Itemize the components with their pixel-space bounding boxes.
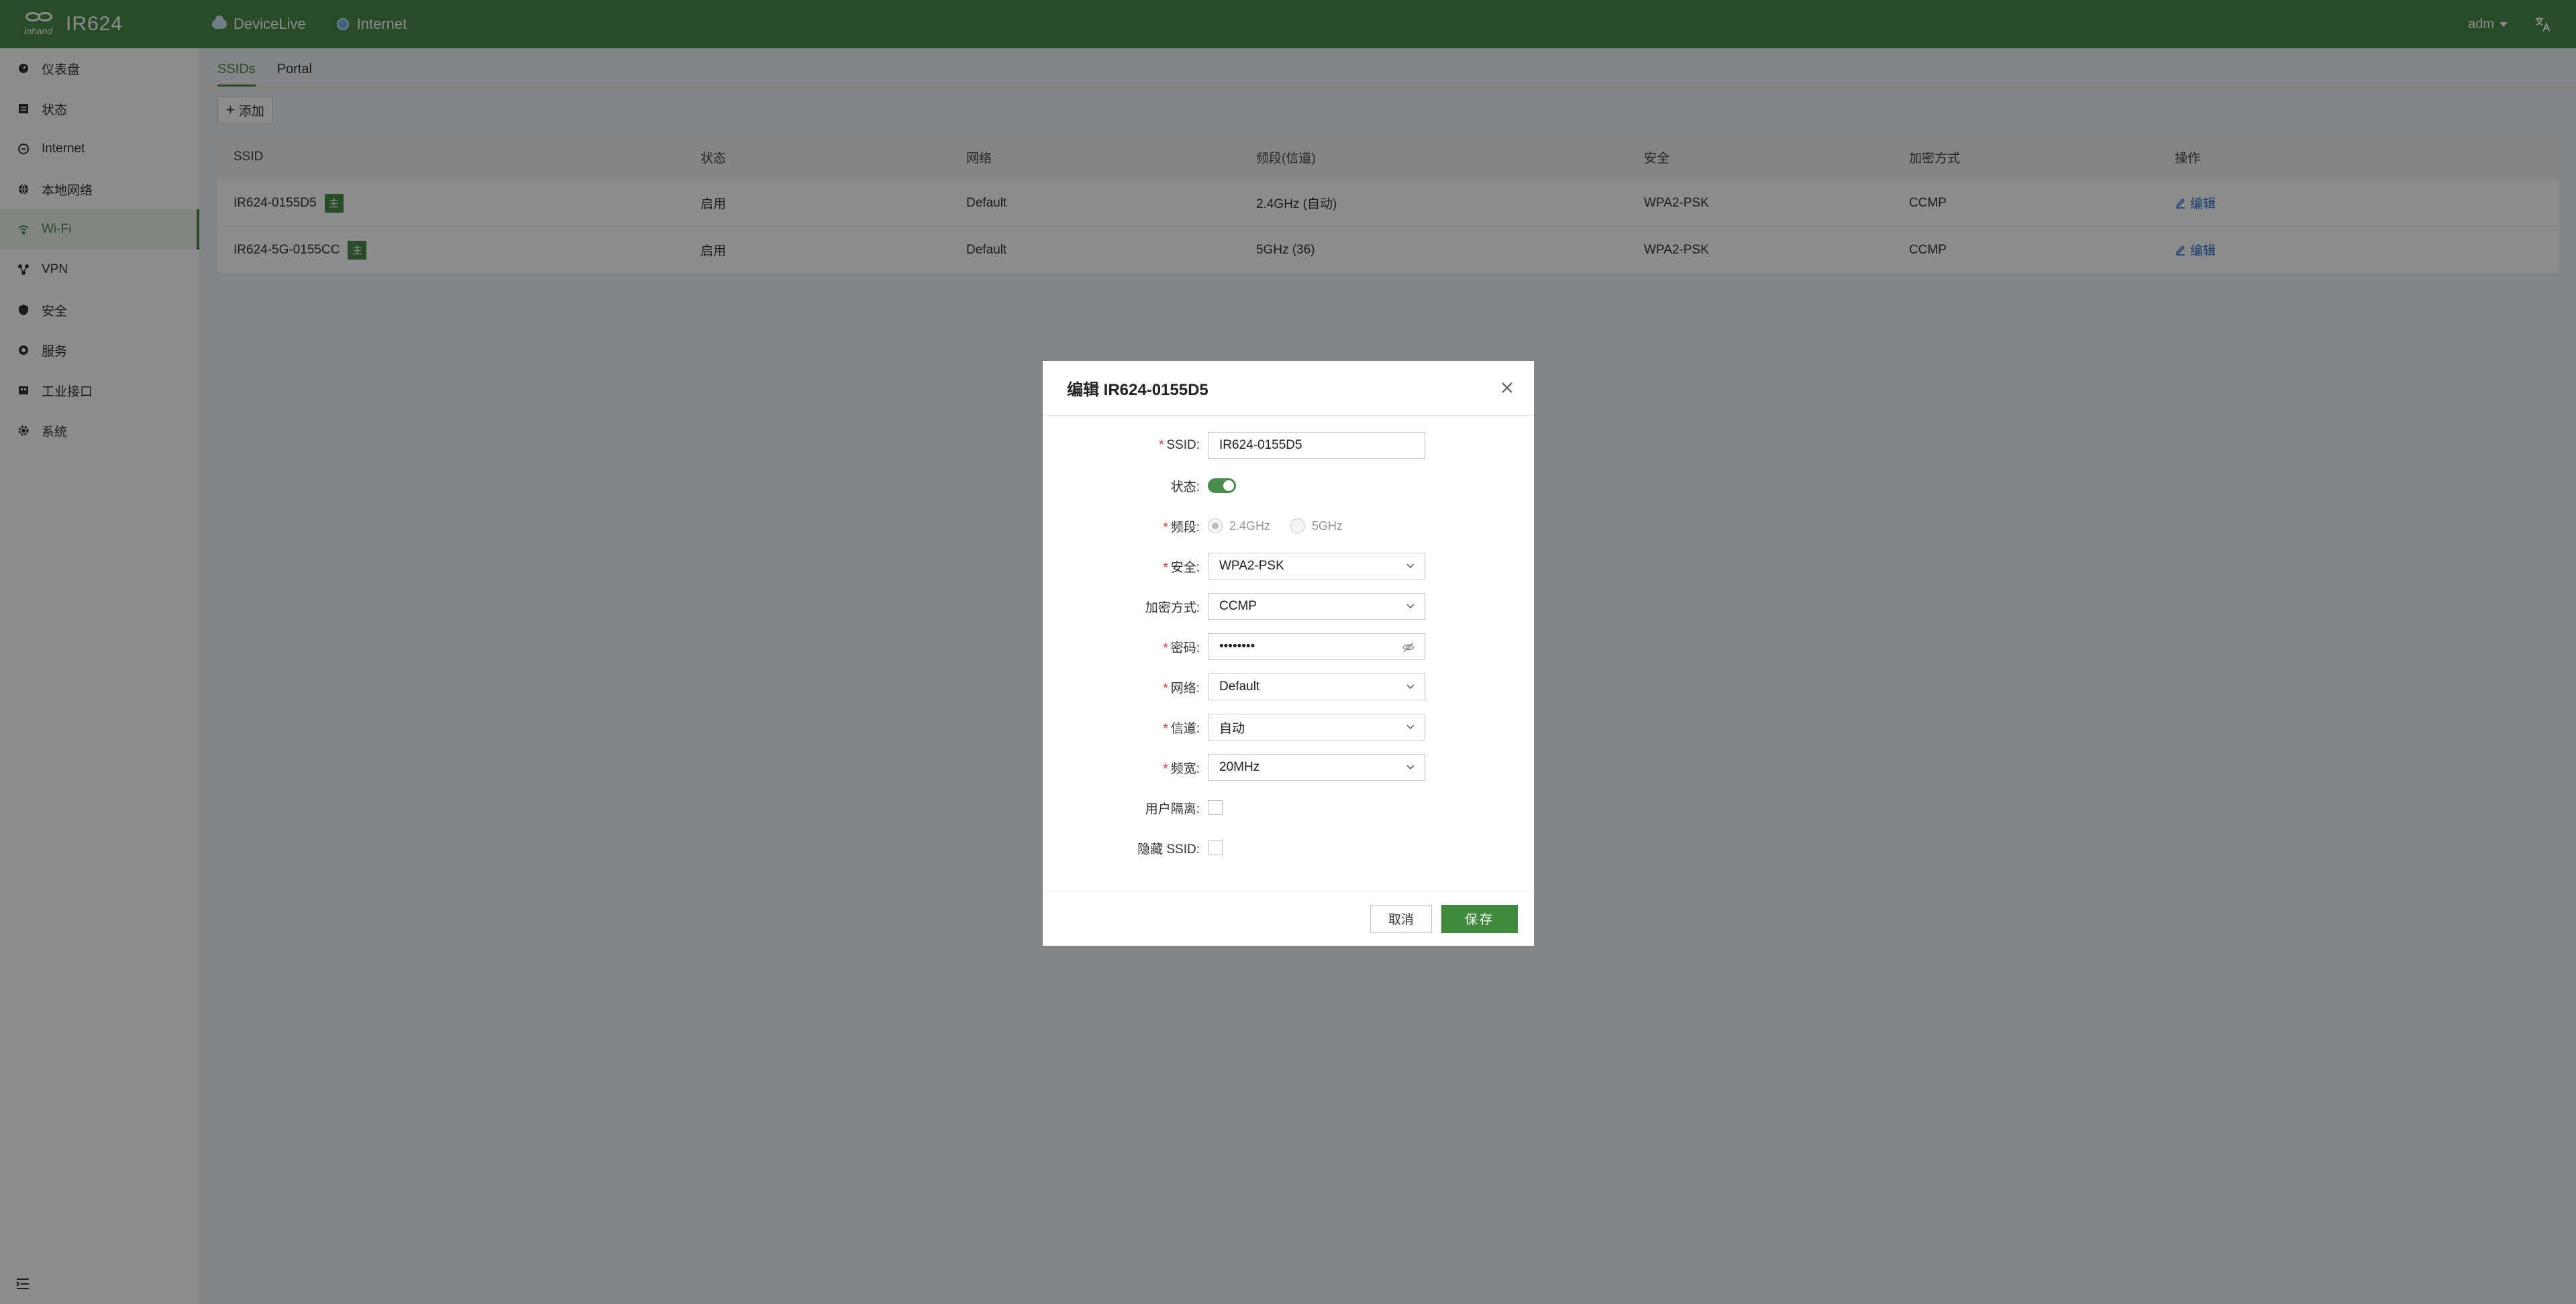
- required-mark: *: [1163, 681, 1168, 696]
- save-button[interactable]: 保存: [1441, 904, 1518, 933]
- channel-label: 信道:: [1170, 721, 1200, 736]
- bandwidth-select[interactable]: 20MHz: [1208, 754, 1425, 781]
- ssid-row: * SSID: IR624-0155D5: [1043, 431, 1534, 460]
- bandwidth-row: * 频宽: 20MHz: [1043, 753, 1534, 782]
- status-toggle[interactable]: [1208, 478, 1236, 493]
- encryption-label: 加密方式:: [1145, 600, 1200, 615]
- band-option-label: 5GHz: [1312, 519, 1343, 533]
- encryption-select[interactable]: CCMP: [1208, 593, 1425, 620]
- network-label: 网络:: [1170, 681, 1200, 696]
- isolation-label: 用户隔离:: [1145, 802, 1200, 816]
- security-select[interactable]: WPA2-PSK: [1208, 553, 1425, 580]
- network-select[interactable]: Default: [1208, 673, 1425, 700]
- password-row: * 密码: ••••••••: [1043, 632, 1534, 661]
- band-row: * 频段: 2.4GHz 5GHz: [1043, 511, 1534, 541]
- channel-select[interactable]: 自动: [1208, 714, 1425, 741]
- isolation-checkbox[interactable]: [1208, 800, 1223, 815]
- chevron-down-icon: [1406, 684, 1414, 690]
- required-mark: *: [1163, 641, 1168, 655]
- encryption-row: 加密方式: CCMP: [1043, 592, 1534, 621]
- security-row: * 安全: WPA2-PSK: [1043, 551, 1534, 581]
- password-input[interactable]: ••••••••: [1208, 633, 1425, 660]
- status-row: 状态:: [1043, 471, 1534, 500]
- isolation-row: 用户隔离:: [1043, 793, 1534, 822]
- security-label: 安全:: [1170, 560, 1200, 575]
- band-option-label: 2.4GHz: [1229, 519, 1271, 533]
- dialog-title: 编辑 IR624-0155D5: [1067, 381, 1208, 399]
- chevron-down-icon: [1406, 563, 1414, 569]
- ssid-value: IR624-0155D5: [1219, 438, 1302, 452]
- ssid-input[interactable]: IR624-0155D5: [1208, 432, 1425, 459]
- cancel-button[interactable]: 取消: [1370, 904, 1432, 933]
- hidden-ssid-checkbox[interactable]: [1208, 840, 1223, 855]
- required-mark: *: [1163, 560, 1168, 575]
- band-radio-5ghz[interactable]: [1290, 519, 1306, 533]
- network-row: * 网络: Default: [1043, 672, 1534, 702]
- status-label: 状态:: [1170, 480, 1200, 494]
- ssid-label: SSID:: [1166, 438, 1200, 452]
- chevron-down-icon: [1406, 604, 1414, 609]
- bandwidth-label: 频宽:: [1170, 761, 1200, 776]
- channel-value: 自动: [1219, 721, 1245, 736]
- required-mark: *: [1163, 761, 1168, 776]
- chevron-down-icon: [1406, 765, 1414, 770]
- channel-row: * 信道: 自动: [1043, 712, 1534, 742]
- hidden-ssid-row: 隐藏 SSID:: [1043, 833, 1534, 863]
- required-mark: *: [1158, 438, 1164, 452]
- network-value: Default: [1219, 680, 1260, 694]
- band-radio-24ghz[interactable]: [1208, 519, 1223, 533]
- encryption-value: CCMP: [1219, 599, 1257, 613]
- security-value: WPA2-PSK: [1219, 559, 1284, 573]
- edit-ssid-dialog: 编辑 IR624-0155D5 * SSID: IR624-0155D5 状态: …: [1043, 361, 1534, 946]
- eye-hidden-icon[interactable]: [1402, 641, 1415, 654]
- band-label: 频段:: [1170, 520, 1200, 535]
- bandwidth-value: 20MHz: [1219, 760, 1260, 774]
- close-icon[interactable]: [1499, 380, 1515, 396]
- dialog-footer: 取消 保存: [1043, 891, 1534, 946]
- dialog-body: * SSID: IR624-0155D5 状态: * 频段: 2.4GHz 5GHz…: [1043, 416, 1534, 891]
- password-value: ••••••••: [1219, 639, 1255, 653]
- required-mark: *: [1163, 721, 1168, 736]
- chevron-down-icon: [1406, 724, 1414, 730]
- hidden-ssid-label: 隐藏 SSID:: [1137, 842, 1200, 857]
- dialog-header: 编辑 IR624-0155D5: [1043, 361, 1534, 416]
- required-mark: *: [1163, 520, 1168, 535]
- password-label: 密码:: [1170, 641, 1200, 655]
- band-radio-group: 2.4GHz 5GHz: [1208, 519, 1363, 533]
